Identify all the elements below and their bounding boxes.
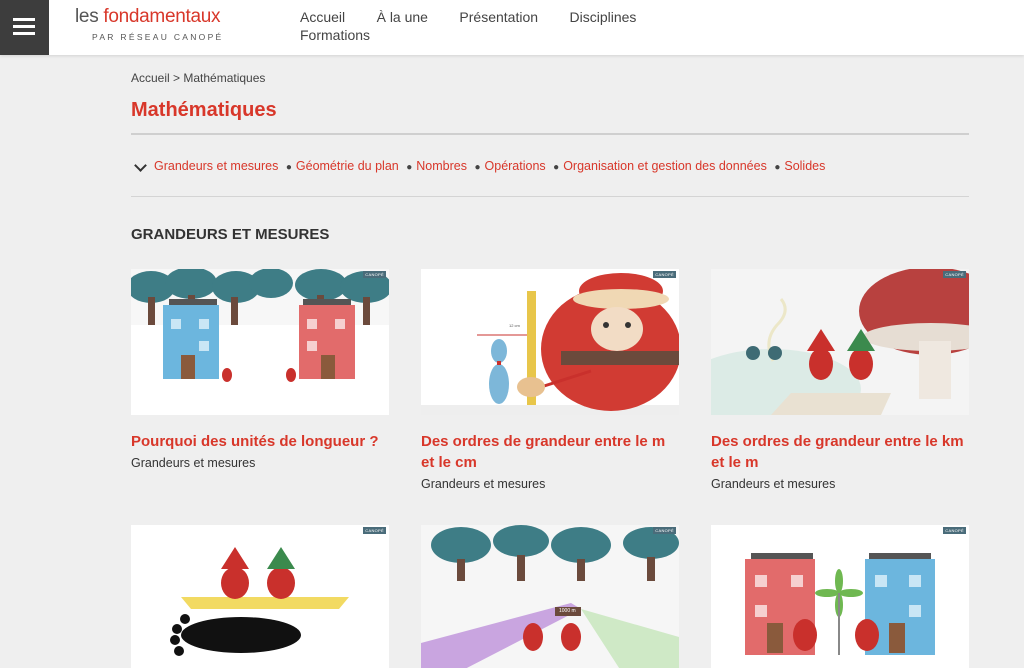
- main-nav: Accueil À la une Présentation Discipline…: [300, 9, 680, 45]
- canope-badge: CANOPÉ: [363, 271, 386, 278]
- video-card[interactable]: CANOPÉ Pourquoi des unités de longueur ?…: [131, 269, 389, 470]
- hamburger-menu-button[interactable]: [0, 0, 49, 55]
- site-header: les fondamentaux PAR RÉSEAU CANOPÉ Accue…: [0, 0, 1024, 55]
- title-divider: [131, 133, 969, 135]
- chevron-down-icon[interactable]: [134, 158, 147, 172]
- canope-badge: CANOPÉ: [363, 527, 386, 534]
- video-thumbnail[interactable]: CANOPÉ: [131, 525, 389, 668]
- canope-badge: CANOPÉ: [653, 527, 676, 534]
- ruler-label: 12 cm: [509, 323, 520, 328]
- nav-disciplines[interactable]: Disciplines: [569, 9, 636, 25]
- canope-badge: CANOPÉ: [653, 271, 676, 278]
- filter-operations[interactable]: Opérations: [485, 159, 546, 173]
- bullet-separator: ●: [774, 162, 781, 173]
- logo-brand: fondamentaux: [103, 6, 221, 27]
- video-card[interactable]: CANOPÉ: [711, 525, 969, 668]
- nav-accueil[interactable]: Accueil: [300, 9, 345, 25]
- nav-formations[interactable]: Formations: [300, 27, 370, 43]
- video-thumbnail[interactable]: CANOPÉ 12 cm: [421, 269, 679, 415]
- card-title[interactable]: Des ordres de grandeur entre le km et le…: [711, 431, 969, 473]
- card-title[interactable]: Pourquoi des unités de longueur ?: [131, 431, 389, 452]
- nav-presentation[interactable]: Présentation: [459, 9, 538, 25]
- video-thumbnail[interactable]: CANOPÉ 1000 m: [421, 525, 679, 668]
- video-thumbnail[interactable]: CANOPÉ: [131, 269, 389, 415]
- filter-organisation-gestion-donnees[interactable]: Organisation et gestion des données: [563, 159, 767, 173]
- page-title: Mathématiques: [131, 99, 277, 121]
- menu-icon: [13, 18, 35, 21]
- breadcrumb[interactable]: Accueil > Mathématiques: [131, 71, 265, 85]
- bullet-separator: ●: [553, 162, 560, 173]
- card-title[interactable]: Des ordres de grandeur entre le m et le …: [421, 431, 679, 473]
- video-thumbnail[interactable]: CANOPÉ: [711, 269, 969, 415]
- filter-geometrie-du-plan[interactable]: Géométrie du plan: [296, 159, 399, 173]
- sign-label: 1000 m: [559, 608, 576, 614]
- section-title: GRANDEURS ET MESURES: [131, 226, 330, 243]
- video-card[interactable]: CANOPÉ 12 cm Des ordres de grandeur entr…: [421, 269, 679, 491]
- menu-icon-bar: [13, 32, 35, 35]
- filter-solides[interactable]: Solides: [784, 159, 825, 173]
- video-thumbnail[interactable]: CANOPÉ: [711, 525, 969, 668]
- nav-a-la-une[interactable]: À la une: [377, 9, 428, 25]
- card-category: Grandeurs et mesures: [421, 477, 546, 491]
- card-category: Grandeurs et mesures: [131, 456, 256, 470]
- menu-icon-bar: [13, 25, 35, 28]
- card-category: Grandeurs et mesures: [711, 477, 836, 491]
- logo-wordmark: les fondamentaux: [75, 6, 224, 27]
- video-card[interactable]: CANOPÉ: [131, 525, 389, 668]
- logo-tagline: PAR RÉSEAU CANOPÉ: [92, 32, 224, 42]
- site-logo[interactable]: les fondamentaux PAR RÉSEAU CANOPÉ: [75, 6, 224, 42]
- filter-bar: Grandeurs et mesures ● Géométrie du plan …: [134, 158, 825, 173]
- filter-nombres[interactable]: Nombres: [416, 159, 467, 173]
- bullet-separator: ●: [474, 162, 481, 173]
- bullet-separator: ●: [285, 162, 292, 173]
- bullet-separator: ●: [406, 162, 413, 173]
- video-card[interactable]: CANOPÉ 1000 m: [421, 525, 679, 668]
- canope-badge: CANOPÉ: [943, 271, 966, 278]
- canope-badge: CANOPÉ: [943, 527, 966, 534]
- logo-prefix: les: [75, 6, 104, 27]
- video-card[interactable]: CANOPÉ Des ordres de grandeur entre le k…: [711, 269, 969, 491]
- filter-grandeurs-et-mesures[interactable]: Grandeurs et mesures: [154, 159, 278, 173]
- filter-divider: [131, 196, 969, 197]
